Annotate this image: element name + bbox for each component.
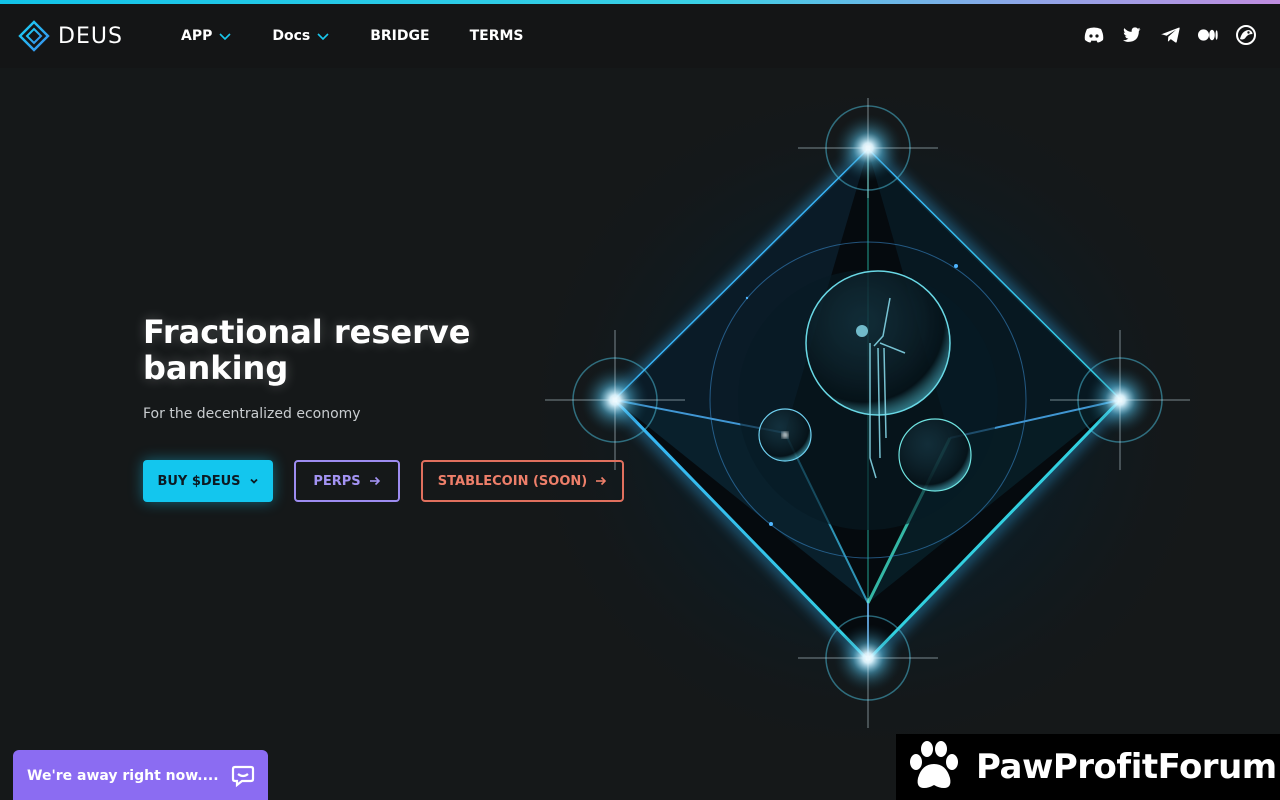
nav-app[interactable]: APP [181,24,232,48]
nav-terms-label: TERMS [469,28,524,44]
logo[interactable]: DEUS [18,20,123,52]
nav-bridge[interactable]: BRIDGE [370,24,429,48]
nav-terms[interactable]: TERMS [470,24,524,48]
telegram-icon[interactable] [1160,25,1180,45]
hero-subtitle: For the decentralized economy [143,406,361,422]
chevron-down-icon [249,478,258,484]
twitter-icon[interactable] [1122,25,1142,45]
discord-icon[interactable] [1084,25,1104,45]
nav-docs[interactable]: Docs [272,24,330,48]
chevron-down-icon [317,33,329,41]
stablecoin-button[interactable]: STABLECOIN (SOON) [421,460,624,502]
social-links [1084,25,1256,45]
arrow-right-icon [369,476,380,486]
stablecoin-label: STABLECOIN (SOON) [437,473,588,489]
site-header: DEUS APP Docs BRIDGE TERMS [0,4,1280,68]
perps-label: PERPS [313,473,361,489]
hero-section: Fractional reserve banking For the decen… [0,68,1280,800]
nav-app-label: APP [181,28,213,44]
buy-deus-label: BUY $DEUS [157,473,241,489]
logo-text: DEUS [58,23,123,49]
watermark-text: PawProfitForum [976,747,1277,787]
chevron-down-icon [219,33,231,41]
watermark: PawProfitForum [896,734,1280,800]
chat-bubble-icon [231,765,255,788]
deus-logo-icon [18,20,50,52]
hero-title: Fractional reserve banking [143,313,471,387]
chat-widget[interactable]: We're away right now.... [13,750,268,800]
arrow-right-icon [596,476,607,486]
diamond-orb-artwork [540,98,1200,738]
main-nav: APP Docs BRIDGE TERMS [181,24,524,48]
coingecko-icon[interactable] [1236,25,1256,45]
nav-bridge-label: BRIDGE [370,28,430,44]
buy-deus-button[interactable]: BUY $DEUS [143,460,273,502]
perps-button[interactable]: PERPS [294,460,400,502]
nav-docs-label: Docs [272,28,311,44]
chat-label: We're away right now.... [27,768,219,784]
paw-icon [910,741,958,788]
medium-icon[interactable] [1198,25,1218,45]
